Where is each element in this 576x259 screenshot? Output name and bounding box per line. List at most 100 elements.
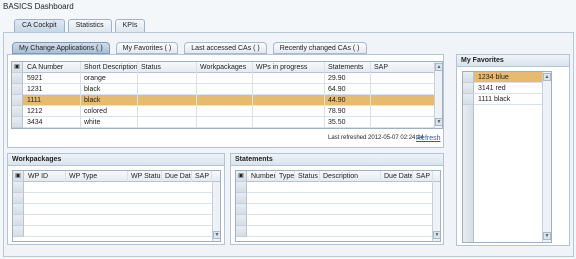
- sap-cell: [371, 95, 435, 106]
- row-selector[interactable]: [236, 193, 247, 204]
- row-selector[interactable]: [13, 193, 24, 204]
- col-sap[interactable]: SAP: [371, 62, 435, 73]
- short-description-cell: white: [81, 117, 138, 128]
- table-row[interactable]: [236, 215, 440, 226]
- subtab-my-favorites[interactable]: My Favorites ( ): [115, 42, 179, 54]
- col-short-description[interactable]: Short Description: [81, 62, 138, 73]
- table-row[interactable]: [13, 193, 220, 204]
- favorite-item[interactable]: 1111 black: [463, 94, 551, 105]
- col-wp-type[interactable]: WP Type: [66, 171, 128, 182]
- row-selector[interactable]: [463, 94, 474, 105]
- scroll-down-icon[interactable]: ▼: [433, 231, 440, 239]
- status-cell: [138, 84, 197, 95]
- row-selector[interactable]: [12, 95, 23, 106]
- app-title: BASICS Dashboard: [3, 2, 74, 11]
- favorites-scrollbar[interactable]: ▲ ▼: [542, 72, 551, 242]
- col-number[interactable]: Number: [248, 171, 276, 182]
- col-workpackages[interactable]: Workpackages: [197, 62, 253, 73]
- statements-header: ▣ Number Type Status Description Due Dat…: [236, 171, 440, 182]
- tab-statistics[interactable]: Statistics: [67, 19, 112, 32]
- favorite-item-selected[interactable]: 1234 blue: [463, 72, 551, 83]
- statements-cell: 29.90: [325, 73, 371, 84]
- col-sap[interactable]: SAP: [413, 171, 433, 182]
- table-row[interactable]: 1212 colored 78.90: [12, 106, 442, 117]
- workpackages-header: ▣ WP ID WP Type WP Status Due Date SAP: [13, 171, 220, 182]
- row-selector[interactable]: [12, 73, 23, 84]
- row-selector[interactable]: [13, 215, 24, 226]
- row-selector[interactable]: [13, 226, 24, 237]
- table-row[interactable]: [236, 193, 440, 204]
- status-cell: [138, 117, 197, 128]
- col-wp-status[interactable]: WP Status: [128, 171, 162, 182]
- main-tabs: CA Cockpit Statistics KPIs: [14, 19, 148, 32]
- col-statements[interactable]: Statements: [325, 62, 371, 73]
- favorite-label: 1234 blue: [478, 74, 509, 81]
- favorite-item[interactable]: 3141 red: [463, 83, 551, 94]
- table-row[interactable]: [13, 182, 220, 193]
- col-status[interactable]: Status: [138, 62, 197, 73]
- col-wps-in-progress[interactable]: WPs in progress: [253, 62, 325, 73]
- ca-panel: ▣ CA Number Short Description Status Wor…: [7, 54, 444, 148]
- row-selector[interactable]: [12, 106, 23, 117]
- col-due-date[interactable]: Due Date: [162, 171, 192, 182]
- col-due-date[interactable]: Due Date: [381, 171, 413, 182]
- statements-panel: Statements ▣ Number Type Status Descript…: [230, 153, 444, 245]
- col-ca-number[interactable]: CA Number: [24, 62, 81, 73]
- subtab-recently-changed[interactable]: Recently changed CAs ( ): [272, 42, 367, 54]
- short-description-cell: black: [81, 95, 138, 106]
- row-selector[interactable]: [236, 215, 247, 226]
- select-all-icon[interactable]: ▣: [236, 171, 247, 182]
- col-description[interactable]: Description: [320, 171, 381, 182]
- table-row[interactable]: [13, 226, 220, 237]
- col-type[interactable]: Type: [276, 171, 295, 182]
- refresh-link[interactable]: Refresh: [416, 135, 441, 142]
- workpackages-table: ▣ WP ID WP Type WP Status Due Date SAP ▼: [12, 170, 221, 242]
- row-selector[interactable]: [236, 226, 247, 237]
- table-row[interactable]: [236, 226, 440, 237]
- wps-in-progress-cell: [253, 95, 325, 106]
- table-row[interactable]: 5921 orange 29.90: [12, 73, 442, 84]
- workpackages-title: Workpackages: [8, 154, 224, 166]
- ca-table-scrollbar[interactable]: ▲ ▼: [434, 62, 442, 128]
- ca-table: ▣ CA Number Short Description Status Wor…: [11, 61, 443, 129]
- table-row[interactable]: [13, 215, 220, 226]
- table-row-selected[interactable]: 1111 black 44.90: [12, 95, 442, 106]
- scroll-up-icon[interactable]: ▲: [543, 73, 551, 81]
- status-cell: [138, 95, 197, 106]
- statements-title: Statements: [231, 154, 443, 166]
- row-selector[interactable]: [463, 83, 474, 94]
- wps-in-progress-cell: [253, 117, 325, 128]
- statements-scrollbar[interactable]: ▼: [432, 182, 440, 241]
- ca-subtabs: My Change Applications ( ) My Favorites …: [12, 42, 373, 54]
- row-selector[interactable]: [463, 72, 474, 83]
- status-cell: [138, 73, 197, 84]
- workpackages-scrollbar[interactable]: ▼: [212, 182, 220, 241]
- select-all-icon[interactable]: ▣: [13, 171, 24, 182]
- row-selector[interactable]: [236, 182, 247, 193]
- scroll-down-icon[interactable]: ▼: [543, 232, 551, 240]
- scroll-up-icon[interactable]: ▲: [435, 63, 442, 71]
- table-row[interactable]: [236, 204, 440, 215]
- table-row[interactable]: [13, 204, 220, 215]
- col-sap[interactable]: SAP: [192, 171, 212, 182]
- row-selector[interactable]: [12, 84, 23, 95]
- table-row[interactable]: 1231 black 64.90: [12, 84, 442, 95]
- subtab-last-accessed[interactable]: Last accessed CAs ( ): [184, 42, 267, 54]
- scroll-down-icon[interactable]: ▼: [435, 118, 442, 126]
- table-row[interactable]: [236, 182, 440, 193]
- tab-ca-cockpit[interactable]: CA Cockpit: [14, 19, 65, 32]
- ca-number-cell: 1212: [24, 106, 81, 117]
- scroll-down-icon[interactable]: ▼: [213, 231, 220, 239]
- row-selector[interactable]: [12, 117, 23, 128]
- select-all-icon[interactable]: ▣: [12, 62, 23, 73]
- subtab-my-change-applications[interactable]: My Change Applications ( ): [12, 42, 110, 54]
- row-selector[interactable]: [13, 182, 24, 193]
- favorites-title: My Favorites: [457, 55, 569, 67]
- col-wp-id[interactable]: WP ID: [25, 171, 66, 182]
- workpackages-cell: [197, 117, 253, 128]
- tab-kpis[interactable]: KPIs: [114, 19, 146, 32]
- table-row[interactable]: 3434 white 35.50: [12, 117, 442, 128]
- col-status[interactable]: Status: [295, 171, 320, 182]
- row-selector[interactable]: [13, 204, 24, 215]
- row-selector[interactable]: [236, 204, 247, 215]
